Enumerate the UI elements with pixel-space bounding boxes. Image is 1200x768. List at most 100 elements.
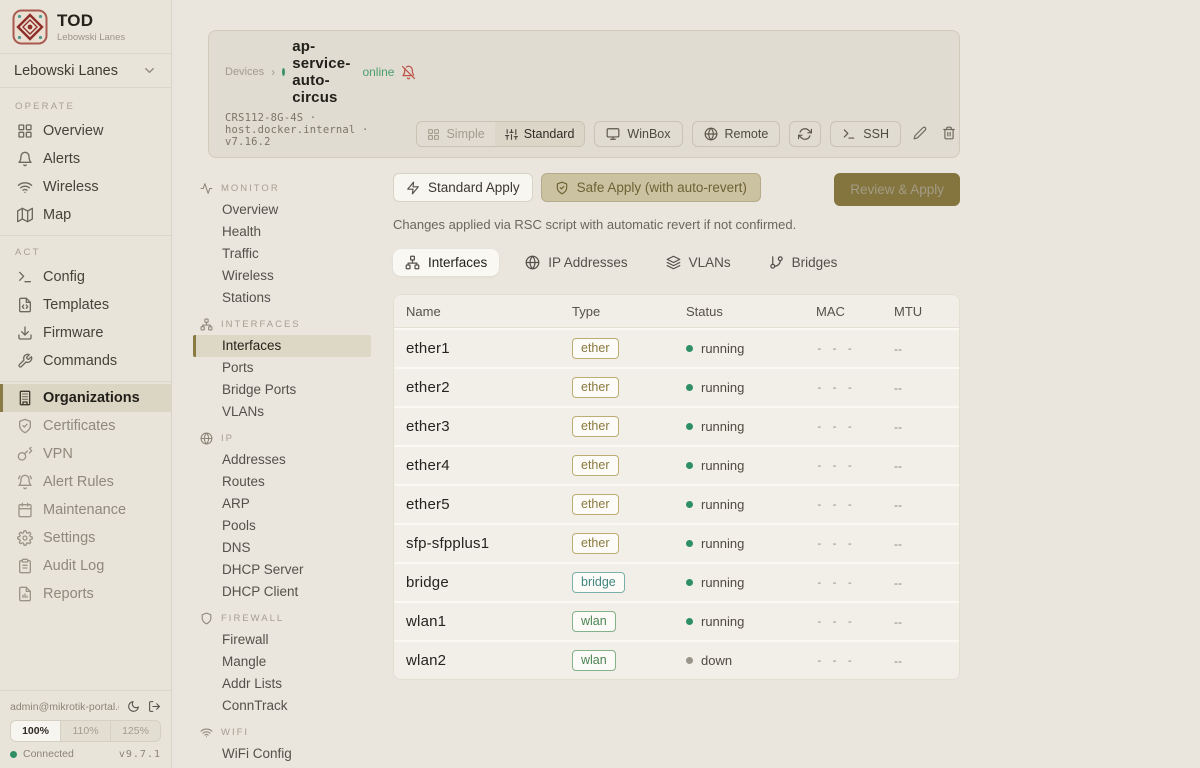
- column-header-mtu[interactable]: MTU: [894, 304, 947, 319]
- cell-type: ether: [572, 455, 686, 477]
- status-label: running: [701, 536, 744, 551]
- zoom-option-100[interactable]: 100%: [11, 721, 61, 741]
- logout-icon[interactable]: [148, 700, 161, 713]
- table-row-ether1[interactable]: ether1etherrunning- - ---: [394, 328, 959, 367]
- device-nav-item-addresses[interactable]: Addresses: [193, 449, 371, 471]
- tab-interfaces[interactable]: Interfaces: [393, 249, 499, 276]
- remote-button[interactable]: Remote: [692, 121, 781, 147]
- sidebar-item-templates[interactable]: Templates: [0, 291, 171, 319]
- sidebar-item-commands[interactable]: Commands: [0, 347, 171, 375]
- type-badge: wlan: [572, 611, 616, 633]
- column-header-name[interactable]: Name: [406, 304, 572, 319]
- sidebar-item-overview[interactable]: Overview: [0, 117, 171, 145]
- device-nav-item-ports[interactable]: Ports: [193, 357, 371, 379]
- sidebar-item-settings[interactable]: Settings: [0, 524, 171, 552]
- sidebar-item-config[interactable]: Config: [0, 263, 171, 291]
- sidebar-item-alerts[interactable]: Alerts: [0, 145, 171, 173]
- device-nav-item-traffic[interactable]: Traffic: [193, 243, 371, 265]
- device-nav-item-firewall[interactable]: Firewall: [193, 629, 371, 651]
- cell-status: running: [686, 575, 816, 590]
- tab-vlans[interactable]: VLANs: [654, 249, 743, 276]
- key-icon: [17, 446, 33, 462]
- pencil-button[interactable]: [910, 123, 930, 146]
- content-row: MONITOROverviewHealthTrafficWirelessStat…: [193, 173, 1200, 768]
- mode-standard-button[interactable]: Standard: [495, 122, 585, 146]
- table-row-ether3[interactable]: ether3etherrunning- - ---: [394, 406, 959, 445]
- device-nav-item-interfaces[interactable]: Interfaces: [193, 335, 371, 357]
- table-row-sfp-sfpplus1[interactable]: sfp-sfpplus1etherrunning- - ---: [394, 523, 959, 562]
- sidebar-nav: OPERATEOverviewAlertsWirelessMapACTConfi…: [0, 88, 171, 690]
- notifications-off-icon[interactable]: [401, 65, 416, 80]
- sidebar-item-certificates[interactable]: Certificates: [0, 412, 171, 440]
- device-nav-item-arp[interactable]: ARP: [193, 493, 371, 515]
- device-nav-item-overview[interactable]: Overview: [193, 199, 371, 221]
- device-nav-item-wireless[interactable]: Wireless: [193, 265, 371, 287]
- network-icon: [200, 318, 213, 331]
- button-label: SSH: [863, 127, 889, 141]
- main-area: Devices › ap-service-auto-circus online …: [172, 0, 1200, 768]
- device-nav-item-routes[interactable]: Routes: [193, 471, 371, 493]
- device-nav-item-dhcp-server[interactable]: DHCP Server: [193, 559, 371, 581]
- tabs-row: Interfaces IP Addresses VLANs Bridges: [393, 249, 960, 276]
- tab-bridges[interactable]: Bridges: [757, 249, 850, 276]
- table-row-wlan1[interactable]: wlan1wlanrunning- - ---: [394, 601, 959, 640]
- trash-button[interactable]: [939, 123, 959, 146]
- safe-apply-button[interactable]: Safe Apply (with auto-revert): [541, 173, 761, 202]
- type-badge: ether: [572, 338, 619, 360]
- sidebar-item-wireless[interactable]: Wireless: [0, 173, 171, 201]
- device-nav-item-pools[interactable]: Pools: [193, 515, 371, 537]
- refresh-button[interactable]: [789, 121, 821, 147]
- cell-mac: - - -: [816, 576, 894, 589]
- breadcrumb-devices-link[interactable]: Devices: [225, 66, 264, 78]
- sidebar-item-reports[interactable]: Reports: [0, 580, 171, 608]
- status-dot-icon: [686, 345, 693, 352]
- winbox-button[interactable]: WinBox: [594, 121, 682, 147]
- device-nav-section-label: WIFI: [221, 727, 249, 738]
- sidebar-item-label: Firmware: [43, 325, 103, 341]
- cell-status: running: [686, 497, 816, 512]
- sidebar-item-vpn[interactable]: VPN: [0, 440, 171, 468]
- refresh-icon: [798, 127, 812, 141]
- table-row-bridge[interactable]: bridgebridgerunning- - ---: [394, 562, 959, 601]
- status-dot-icon: [686, 462, 693, 469]
- column-header-mac[interactable]: MAC: [816, 304, 894, 319]
- status-dot-icon: [686, 579, 693, 586]
- device-online-dot-icon: [282, 68, 285, 76]
- device-nav-item-conntrack[interactable]: ConnTrack: [193, 695, 371, 717]
- network-icon: [405, 255, 420, 270]
- device-nav-item-health[interactable]: Health: [193, 221, 371, 243]
- sidebar-item-maintenance[interactable]: Maintenance: [0, 496, 171, 524]
- zoom-option-125[interactable]: 125%: [111, 721, 160, 741]
- device-nav-item-addr-lists[interactable]: Addr Lists: [193, 673, 371, 695]
- table-row-ether2[interactable]: ether2etherrunning- - ---: [394, 367, 959, 406]
- sidebar-item-organizations[interactable]: Organizations: [0, 384, 171, 412]
- type-badge: ether: [572, 533, 619, 555]
- device-nav-item-dns[interactable]: DNS: [193, 537, 371, 559]
- table-row-ether4[interactable]: ether4etherrunning- - ---: [394, 445, 959, 484]
- column-header-type[interactable]: Type: [572, 304, 686, 319]
- tab-ip-addresses[interactable]: IP Addresses: [513, 249, 639, 276]
- sidebar-item-alert-rules[interactable]: Alert Rules: [0, 468, 171, 496]
- device-nav-item-dhcp-client[interactable]: DHCP Client: [193, 581, 371, 603]
- device-nav-item-stations[interactable]: Stations: [193, 287, 371, 309]
- device-nav-item-mangle[interactable]: Mangle: [193, 651, 371, 673]
- standard-apply-button[interactable]: Standard Apply: [393, 173, 533, 202]
- column-header-status[interactable]: Status: [686, 304, 816, 319]
- review-apply-button[interactable]: Review & Apply: [834, 173, 960, 206]
- ssh-button[interactable]: SSH: [830, 121, 901, 147]
- device-nav-item-wifi-config[interactable]: WiFi Config: [193, 743, 371, 765]
- device-nav-item-vlans[interactable]: VLANs: [193, 401, 371, 423]
- sidebar-item-firmware[interactable]: Firmware: [0, 319, 171, 347]
- mode-simple-button[interactable]: Simple: [417, 122, 494, 146]
- device-nav-item-bridge-ports[interactable]: Bridge Ports: [193, 379, 371, 401]
- org-selector[interactable]: Lebowski Lanes: [0, 53, 171, 88]
- zoom-option-110[interactable]: 110%: [61, 721, 111, 741]
- sidebar-item-audit-log[interactable]: Audit Log: [0, 552, 171, 580]
- apply-toolbar: Standard Apply Safe Apply (with auto-rev…: [393, 173, 960, 206]
- dark-mode-moon-icon[interactable]: [127, 700, 140, 713]
- cell-mtu: --: [894, 654, 947, 668]
- sidebar-item-map[interactable]: Map: [0, 201, 171, 229]
- mode-label: Simple: [446, 127, 484, 141]
- table-row-wlan2[interactable]: wlan2wlandown- - ---: [394, 640, 959, 679]
- table-row-ether5[interactable]: ether5etherrunning- - ---: [394, 484, 959, 523]
